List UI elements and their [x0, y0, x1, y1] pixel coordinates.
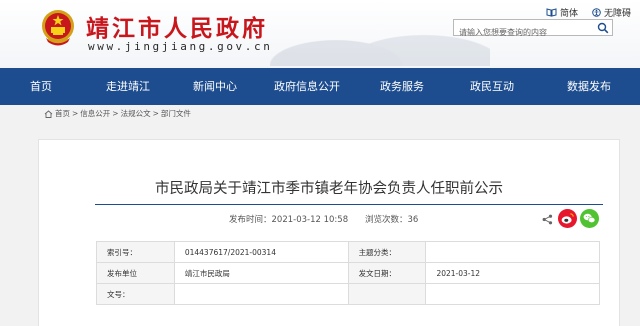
publish-time-value: 2021-03-12 10:58 [271, 215, 349, 225]
top-links: 简体 无障碍 [546, 6, 631, 19]
wechat-icon[interactable] [580, 209, 599, 228]
article-panel: 市民政局关于靖江市季市镇老年协会负责人任职前公示 发布时间：2021-03-12… [38, 139, 620, 326]
topic-category-value [425, 241, 600, 263]
breadcrumb-regulations[interactable]: 法规公文 [121, 108, 151, 119]
national-emblem-icon [42, 10, 74, 46]
main-nav: 首页 走进靖江 新闻中心 政府信息公开 政务服务 政民互动 数据发布 [0, 68, 640, 105]
nav-item-home[interactable]: 首页 [0, 68, 82, 105]
book-icon [546, 8, 557, 17]
breadcrumb: 首页 > 信息公开 > 法规公文 > 部门文件 [44, 108, 191, 119]
index-number-value: 014437617/2021-00314 [173, 241, 349, 263]
table-row: 文号： [96, 283, 600, 305]
table-row: 索引号： 014437617/2021-00314 主题分类： [96, 241, 600, 263]
nav-item-public-interaction[interactable]: 政民互动 [446, 68, 538, 105]
breadcrumb-info-disclosure[interactable]: 信息公开 [80, 108, 110, 119]
issue-date-value: 2021-03-12 [425, 262, 600, 284]
share-icon[interactable] [542, 214, 553, 225]
search-box [453, 19, 613, 40]
empty-label [347, 283, 427, 305]
search-icon[interactable] [597, 22, 609, 34]
search-input[interactable] [454, 25, 592, 40]
nav-item-data-release[interactable]: 数据发布 [538, 68, 640, 105]
breadcrumb-separator: > [72, 109, 79, 118]
publisher-value: 靖江市民政局 [173, 262, 349, 284]
home-icon [44, 109, 53, 118]
table-row: 发布单位 靖江市民政局 发文日期： 2021-03-12 [96, 262, 600, 284]
index-number-label: 索引号： [96, 241, 175, 263]
accessibility-label: 无障碍 [604, 9, 632, 19]
view-count-value: 36 [407, 215, 419, 225]
breadcrumb-separator: > [152, 109, 159, 118]
simplified-chinese-link[interactable]: 简体 [546, 6, 578, 19]
publisher-label: 发布单位 [96, 262, 175, 284]
empty-value [425, 283, 600, 305]
document-number-label: 文号： [96, 283, 175, 305]
nav-item-government-services[interactable]: 政务服务 [358, 68, 446, 105]
breadcrumb-separator: > [112, 109, 119, 118]
accessibility-link[interactable]: 无障碍 [592, 6, 631, 19]
site-url: www.jingjiang.gov.cn [88, 40, 273, 53]
nav-item-about-jingjiang[interactable]: 走进靖江 [82, 68, 174, 105]
article-title: 市民政局关于靖江市季市镇老年协会负责人任职前公示 [155, 181, 503, 197]
topic-category-label: 主题分类： [347, 241, 427, 263]
simplified-chinese-label: 简体 [560, 9, 579, 19]
site-title[interactable]: 靖江市人民政府 [86, 9, 268, 43]
publish-time-label: 发布时间： [229, 215, 272, 225]
site-header: 靖江市人民政府 www.jingjiang.gov.cn 简体 无障碍 [0, 0, 640, 68]
view-count-label: 浏览次数： [365, 215, 408, 225]
nav-item-news-center[interactable]: 新闻中心 [174, 68, 256, 105]
nav-item-info-disclosure[interactable]: 政府信息公开 [256, 68, 358, 105]
publish-time: 发布时间：2021-03-12 10:58 [229, 213, 348, 225]
breadcrumb-home[interactable]: 首页 [55, 108, 70, 119]
accessibility-icon [592, 8, 601, 17]
document-number-value [173, 283, 349, 305]
issue-date-label: 发文日期： [347, 262, 427, 284]
title-divider [95, 204, 603, 205]
weibo-icon[interactable] [558, 209, 577, 228]
document-info-table: 索引号： 014437617/2021-00314 主题分类： 发布单位 靖江市… [96, 241, 600, 305]
view-count: 浏览次数：36 [365, 213, 418, 225]
breadcrumb-department-docs[interactable]: 部门文件 [161, 108, 191, 119]
